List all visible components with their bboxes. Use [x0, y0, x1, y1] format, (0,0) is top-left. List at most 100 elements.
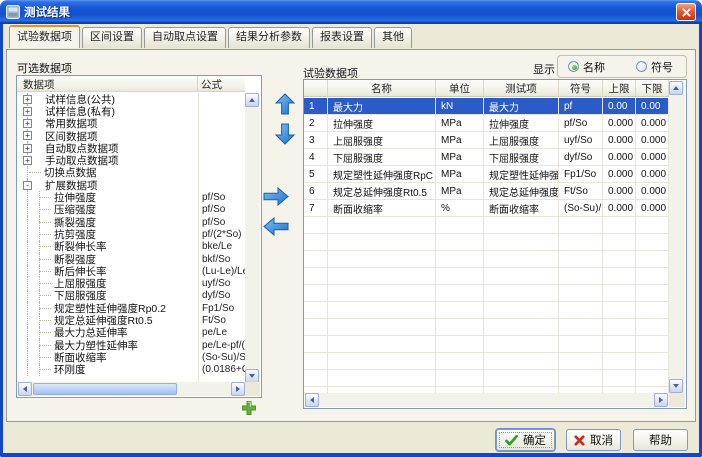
tree-item-formula	[198, 167, 245, 179]
scroll-down-button[interactable]	[245, 369, 259, 383]
table-row[interactable]: 2拉伸强度MPa拉伸强度pf/So0.0000.000	[304, 115, 669, 132]
table-row[interactable]: 4下屈服强度MPa下屈服强度dyf/So0.0000.000	[304, 149, 669, 166]
tree-item[interactable]: 抗剪强度pf/(2*So)	[17, 228, 245, 240]
column-header[interactable]: 名称	[328, 80, 436, 96]
empty-cell	[636, 217, 669, 234]
tree-horizontal-scrollbar[interactable]	[18, 382, 245, 396]
tree-item[interactable]: 断面收缩率(So-Su)/Sc	[17, 351, 245, 363]
tree-connector	[39, 320, 51, 321]
column-header[interactable]: 上限	[603, 80, 636, 96]
empty-cell	[304, 234, 328, 251]
cancel-button[interactable]: 取消	[566, 429, 621, 451]
column-header[interactable]: 符号	[559, 80, 603, 96]
tab-报表设置[interactable]: 报表设置	[312, 27, 372, 48]
tab-其他[interactable]: 其他	[374, 27, 412, 48]
collapse-icon[interactable]: -	[23, 181, 32, 190]
column-header[interactable]: 单位	[436, 80, 484, 96]
empty-cell	[304, 217, 328, 234]
tree-item[interactable]: 规定塑性延伸强度Rp0.2Fp1/So	[17, 302, 245, 314]
scroll-up-button[interactable]	[669, 81, 683, 95]
table-row[interactable]: 3上屈服强度MPa上屈服强度uyf/So0.0000.000	[304, 132, 669, 149]
table-row[interactable]: 1最大力kN最大力pf0.000.00	[304, 98, 669, 115]
tree-item[interactable]: 断裂伸长率bke/Le	[17, 241, 245, 253]
tree-column-name[interactable]: 数据项	[17, 76, 198, 91]
cell-unit: kN	[436, 98, 484, 115]
tree-item-formula: bkf/So	[198, 253, 245, 265]
table-row[interactable]: 5规定塑性延伸强度RpCMPa规定塑性延伸强度RFp1/So0.0000.000	[304, 166, 669, 183]
tree-item[interactable]: +手动取点数据项	[17, 154, 245, 166]
radio-unselected-icon	[636, 61, 647, 72]
radio-display-symbol[interactable]: 符号	[636, 59, 673, 75]
scrollbar-thumb[interactable]	[33, 383, 177, 395]
close-button[interactable]	[676, 3, 696, 21]
move-down-button[interactable]	[275, 123, 295, 145]
tab-结果分析参数[interactable]: 结果分析参数	[228, 27, 310, 48]
move-right-button[interactable]	[263, 187, 289, 206]
scroll-right-button[interactable]	[654, 393, 668, 407]
tree-item[interactable]: +区间数据项	[17, 130, 245, 142]
tree-column-formula[interactable]: 公式	[198, 76, 245, 91]
empty-cell	[328, 370, 436, 387]
tree-item[interactable]: +试样信息(私有)	[17, 105, 245, 117]
tree-item-label: 抗剪强度	[54, 228, 96, 240]
tree-item[interactable]: +试样信息(公共)	[17, 93, 245, 105]
tree-item[interactable]: 规定总延伸强度Rt0.5Ft/So	[17, 314, 245, 326]
table-vertical-scrollbar[interactable]	[669, 81, 685, 393]
tree-item[interactable]: 撕裂强度pf/So	[17, 216, 245, 228]
tree-item[interactable]: 断裂强度bkf/So	[17, 253, 245, 265]
tree-item[interactable]: 最大力塑性延伸率pe/Le-pf/(	[17, 339, 245, 351]
radio-display-name[interactable]: 名称	[568, 59, 605, 75]
empty-cell	[328, 217, 436, 234]
table-horizontal-scrollbar[interactable]	[305, 393, 668, 407]
tab-试验数据项[interactable]: 试验数据项	[9, 25, 80, 48]
expand-icon[interactable]: +	[23, 119, 32, 128]
tree-item[interactable]: +常用数据项	[17, 118, 245, 130]
expand-icon[interactable]: +	[23, 95, 32, 104]
cell-num: 2	[304, 115, 328, 132]
scroll-down-button[interactable]	[669, 379, 683, 393]
scroll-right-button[interactable]	[231, 382, 245, 396]
display-mode-group: 名称 符号	[557, 55, 687, 78]
expand-icon[interactable]: +	[23, 131, 32, 140]
scroll-up-button[interactable]	[245, 93, 259, 107]
empty-cell	[328, 268, 436, 285]
tab-区间设置[interactable]: 区间设置	[82, 27, 142, 48]
tree-item[interactable]: 切换点数据	[17, 167, 245, 179]
empty-cell	[304, 370, 328, 387]
tree-item[interactable]: 环刚度(0.0186+C	[17, 364, 245, 376]
help-button[interactable]: 帮助	[633, 429, 688, 451]
tree-item[interactable]: 断后伸长率(Lu-Le)/Le	[17, 265, 245, 277]
tree-item[interactable]: -扩展数据项	[17, 179, 245, 191]
tree-vertical-scrollbar[interactable]	[245, 93, 260, 383]
scroll-left-button[interactable]	[305, 393, 319, 407]
cell-name: 规定总延伸强度Rt0.5	[328, 183, 436, 200]
expand-icon[interactable]: +	[23, 156, 32, 165]
tree-item[interactable]: 拉伸强度pf/So	[17, 191, 245, 203]
tree-item[interactable]: 最大力总延伸率pe/Le	[17, 327, 245, 339]
cell-name: 上屈服强度	[328, 132, 436, 149]
tree-item[interactable]: +自动取点数据项	[17, 142, 245, 154]
cell-test: 断面收缩率	[484, 200, 559, 217]
tree-item[interactable]: 压缩强度pf/So	[17, 204, 245, 216]
column-header[interactable]: 下限	[636, 80, 669, 96]
move-up-button[interactable]	[275, 93, 295, 115]
scroll-left-button[interactable]	[18, 382, 32, 396]
cell-test: 规定塑性延伸强度R	[484, 166, 559, 183]
cell-lower: 0.000	[636, 149, 669, 166]
cell-lower: 0.000	[636, 166, 669, 183]
expand-icon[interactable]: +	[23, 107, 32, 116]
empty-cell	[636, 319, 669, 336]
expand-icon[interactable]: +	[23, 144, 32, 153]
tree-item[interactable]: 上屈服强度uyf/So	[17, 277, 245, 289]
tree-item-name: 拉伸强度	[17, 191, 198, 203]
move-left-button[interactable]	[263, 217, 289, 236]
table-row[interactable]: 7断面收缩率%断面收缩率(So-Su)/S0.0000.000	[304, 200, 669, 217]
tab-自动取点设置[interactable]: 自动取点设置	[144, 27, 226, 48]
table-row[interactable]: 6规定总延伸强度Rt0.5MPa规定总延伸强度RtFt/So0.0000.000	[304, 183, 669, 200]
empty-cell	[328, 302, 436, 319]
ok-button[interactable]: 确定	[496, 429, 555, 451]
add-item-button[interactable]	[241, 400, 257, 416]
column-header[interactable]	[304, 80, 328, 96]
column-header[interactable]: 测试项	[484, 80, 559, 96]
tree-item[interactable]: 下屈服强度dyf/So	[17, 290, 245, 302]
